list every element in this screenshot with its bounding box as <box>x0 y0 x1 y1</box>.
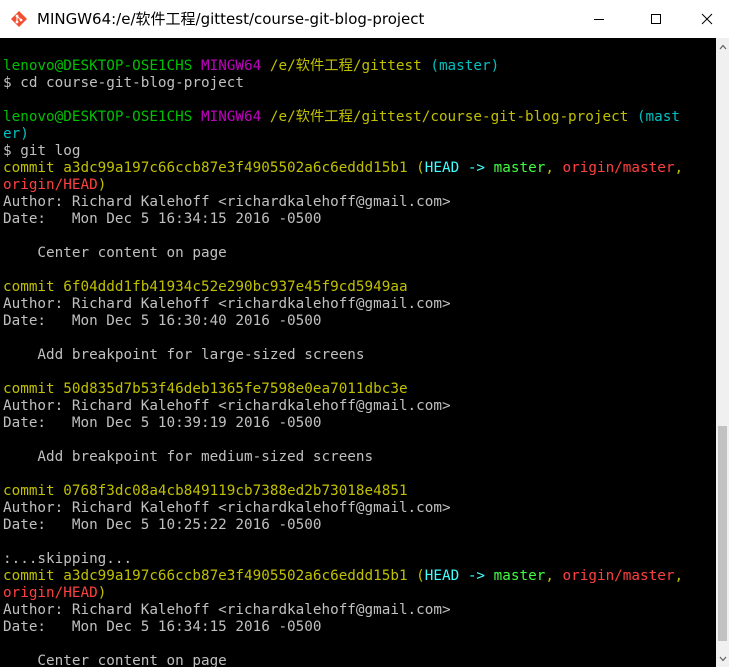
terminal-line: Author: Richard Kalehoff <richardkalehof… <box>3 500 451 517</box>
terminal-text-segment: Add breakpoint for medium-sized screens <box>3 449 374 465</box>
terminal-line: er) <box>3 126 29 143</box>
terminal-line: Center content on page <box>3 653 227 667</box>
terminal-text-segment: HEAD -> <box>424 568 494 584</box>
terminal-text-segment: Author: Richard Kalehoff <richardkalehof… <box>3 296 451 312</box>
terminal-line: $ cd course-git-blog-project <box>3 75 244 92</box>
scroll-down-button[interactable] <box>716 650 729 667</box>
terminal-text-segment: commit a3dc99a197c66ccb87e3f4905502a6c6e… <box>3 568 417 584</box>
terminal-text-segment: Author: Richard Kalehoff <richardkalehof… <box>3 194 451 210</box>
terminal-text-segment: er) <box>3 126 29 142</box>
terminal-text-segment: Date: Mon Dec 5 10:25:22 2016 -0500 <box>3 517 322 533</box>
terminal-line: Date: Mon Dec 5 16:34:15 2016 -0500 <box>3 619 321 636</box>
terminal-text-segment: Date: Mon Dec 5 16:30:40 2016 -0500 <box>3 313 322 329</box>
terminal-line: Author: Richard Kalehoff <richardkalehof… <box>3 398 451 415</box>
terminal-text-segment: (mast <box>636 109 680 125</box>
terminal-line: origin/HEAD) <box>3 177 106 194</box>
terminal-line: lenovo@DESKTOP-OSE1CHS MINGW64 /e/软件工程/g… <box>3 109 680 126</box>
terminal-line: Add breakpoint for medium-sized screens <box>3 449 373 466</box>
terminal-text-segment: Date: Mon Dec 5 16:34:15 2016 -0500 <box>3 619 322 635</box>
terminal-text-segment: , <box>545 160 563 176</box>
terminal-text-segment: commit 0768f3dc08a4cb849119cb7388ed2b730… <box>3 483 408 499</box>
terminal-text-segment: lenovo@DESKTOP-OSE1CHS <box>3 109 201 125</box>
terminal-text-segment: HEAD -> <box>424 160 494 176</box>
minimize-icon <box>594 19 604 20</box>
vertical-scrollbar[interactable] <box>716 38 729 667</box>
terminal-text-segment: (master) <box>430 58 500 74</box>
terminal-text-segment: , <box>674 160 684 176</box>
scroll-up-arrow-icon <box>719 44 726 49</box>
terminal-text-segment: Author: Richard Kalehoff <richardkalehof… <box>3 602 451 618</box>
scroll-up-button[interactable] <box>716 38 729 55</box>
terminal-text-segment: ( <box>416 568 425 584</box>
terminal-text-segment: MINGW64 <box>200 109 270 125</box>
terminal-text-segment: lenovo@DESKTOP-OSE1CHS <box>3 58 201 74</box>
terminal-text-segment: , <box>545 568 563 584</box>
terminal-text-segment: origin/HEAD <box>3 585 98 601</box>
terminal-text-segment: ) <box>97 585 107 601</box>
terminal-line: Date: Mon Dec 5 10:25:22 2016 -0500 <box>3 517 321 534</box>
terminal-text-segment: $ cd course-git-blog-project <box>3 75 245 91</box>
terminal-line: origin/HEAD) <box>3 585 106 602</box>
terminal-text-segment: Date: Mon Dec 5 10:39:19 2016 -0500 <box>3 415 322 431</box>
terminal-text-segment: Date: Mon Dec 5 16:34:15 2016 -0500 <box>3 211 322 227</box>
terminal-text-segment: Author: Richard Kalehoff <richardkalehof… <box>3 398 451 414</box>
terminal-line: Center content on page <box>3 245 227 262</box>
terminal-line: Author: Richard Kalehoff <richardkalehof… <box>3 602 451 619</box>
window-title: MINGW64:/e/软件工程/gittest/course-git-blog-… <box>37 10 425 28</box>
terminal-text-segment: Center content on page <box>3 653 227 667</box>
terminal-text-segment: commit 6f04ddd1fb41934c52e290bc937e45f9c… <box>3 279 408 295</box>
git-bash-icon <box>11 11 27 27</box>
terminal-text-segment: /e/软件工程/gittest/course-git-blog-project <box>269 109 637 125</box>
terminal-line: Author: Richard Kalehoff <richardkalehof… <box>3 194 451 211</box>
terminal-text-segment: $ git log <box>3 143 81 159</box>
scroll-down-arrow-icon <box>719 656 726 661</box>
terminal-output[interactable]: lenovo@DESKTOP-OSE1CHS MINGW64 /e/软件工程/g… <box>0 38 716 667</box>
terminal-text-segment: Author: Richard Kalehoff <richardkalehof… <box>3 500 451 516</box>
terminal-text-segment: /e/软件工程/gittest <box>269 58 431 74</box>
terminal-text-segment: ) <box>97 177 107 193</box>
close-button[interactable] <box>684 0 729 38</box>
terminal-line: $ git log <box>3 143 80 160</box>
terminal-text-segment: MINGW64 <box>200 58 270 74</box>
terminal-line: :...skipping... <box>3 551 132 568</box>
terminal-text-segment: origin/master <box>562 568 675 584</box>
terminal-text-segment: origin/HEAD <box>3 177 98 193</box>
terminal-line: commit 0768f3dc08a4cb849119cb7388ed2b730… <box>3 483 408 500</box>
terminal-text-segment: Center content on page <box>3 245 227 261</box>
maximize-button[interactable] <box>633 0 679 38</box>
terminal-line: commit a3dc99a197c66ccb87e3f4905502a6c6e… <box>3 568 683 585</box>
terminal-line: commit a3dc99a197c66ccb87e3f4905502a6c6e… <box>3 160 683 177</box>
terminal-line: lenovo@DESKTOP-OSE1CHS MINGW64 /e/软件工程/g… <box>3 58 499 75</box>
terminal-text-segment: commit a3dc99a197c66ccb87e3f4905502a6c6e… <box>3 160 417 176</box>
terminal-text-segment: Add breakpoint for large-sized screens <box>3 347 365 363</box>
terminal-line: Add breakpoint for large-sized screens <box>3 347 365 364</box>
terminal-text-segment: , <box>674 568 684 584</box>
title-bar[interactable]: MINGW64:/e/软件工程/gittest/course-git-blog-… <box>0 0 729 38</box>
terminal-line: Date: Mon Dec 5 10:39:19 2016 -0500 <box>3 415 321 432</box>
terminal-line: commit 6f04ddd1fb41934c52e290bc937e45f9c… <box>3 279 408 296</box>
close-icon <box>701 13 713 25</box>
terminal-line: Date: Mon Dec 5 16:34:15 2016 -0500 <box>3 211 321 228</box>
minimize-button[interactable] <box>576 0 622 38</box>
terminal-text-segment: ( <box>416 160 425 176</box>
terminal-window: MINGW64:/e/软件工程/gittest/course-git-blog-… <box>0 0 729 667</box>
terminal-text-segment: commit 50d835d7b53f46deb1365fe7598e0ea70… <box>3 381 408 397</box>
terminal-text-segment: :...skipping... <box>3 551 133 567</box>
maximize-icon <box>651 14 661 24</box>
terminal-line: Author: Richard Kalehoff <richardkalehof… <box>3 296 451 313</box>
terminal-line: Date: Mon Dec 5 16:30:40 2016 -0500 <box>3 313 321 330</box>
terminal-line: commit 50d835d7b53f46deb1365fe7598e0ea70… <box>3 381 408 398</box>
terminal-text-segment: master <box>493 568 546 584</box>
terminal-text-segment: origin/master <box>562 160 675 176</box>
scrollbar-thumb[interactable] <box>718 426 727 641</box>
terminal-text-segment: master <box>493 160 546 176</box>
